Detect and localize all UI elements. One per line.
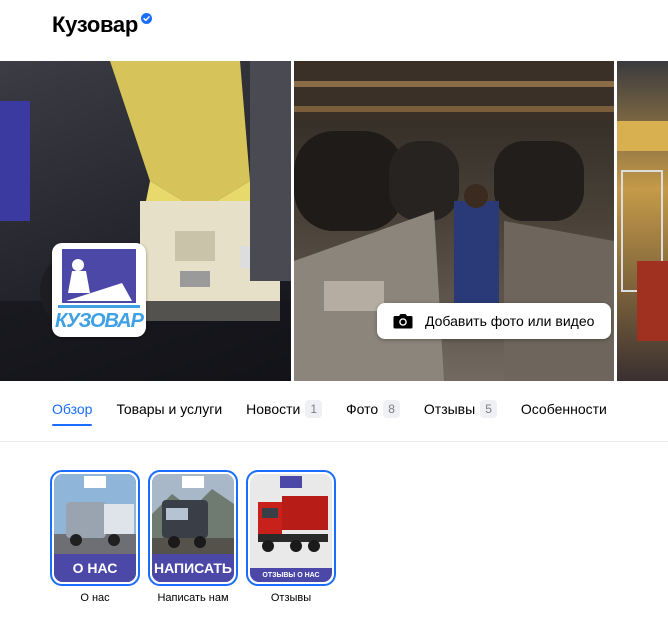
stories-row: О НАС О нас НАПИСАТЬ Написать нам ОТЗЫВЫ… bbox=[50, 470, 344, 604]
tab-overview[interactable]: Обзор bbox=[52, 398, 93, 426]
tab-photos[interactable]: Фото 8 bbox=[346, 398, 400, 420]
story-reviews[interactable]: ОТЗЫВЫ О НАС Отзывы bbox=[246, 470, 336, 604]
story-thumbnail-truck bbox=[152, 474, 234, 560]
tab-features[interactable]: Особенности bbox=[521, 398, 607, 420]
story-write-us[interactable]: НАПИСАТЬ Написать нам bbox=[148, 470, 238, 604]
tab-reviews[interactable]: Отзывы 5 bbox=[424, 398, 497, 420]
tab-news[interactable]: Новости 1 bbox=[246, 398, 323, 420]
story-card[interactable]: ОТЗЫВЫ О НАС bbox=[246, 470, 336, 586]
story-overlay-label: ОТЗЫВЫ О НАС bbox=[250, 568, 332, 582]
story-caption: Отзывы bbox=[270, 592, 312, 604]
story-card[interactable]: О НАС bbox=[50, 470, 140, 586]
story-thumbnail-dump-truck bbox=[250, 474, 332, 574]
tab-label: Обзор bbox=[52, 401, 93, 417]
add-photo-video-button[interactable]: Добавить фото или видео bbox=[377, 303, 611, 339]
story-about-us[interactable]: О НАС О нас bbox=[50, 470, 140, 604]
tab-label: Новости bbox=[246, 401, 301, 417]
story-card[interactable]: НАПИСАТЬ bbox=[148, 470, 238, 586]
company-logo: КУЗОВАР bbox=[52, 243, 146, 337]
tabs-divider bbox=[0, 441, 668, 442]
tab-label: Отзывы bbox=[423, 401, 476, 417]
gallery-photo-truck-cab[interactable] bbox=[0, 61, 291, 381]
add-media-label: Добавить фото или видео bbox=[425, 313, 595, 329]
page-title: Кузовар bbox=[52, 12, 139, 37]
tab-count-badge: 5 bbox=[480, 400, 497, 418]
story-thumbnail-truck bbox=[54, 474, 136, 560]
tab-label: Товары и услуги bbox=[116, 401, 223, 417]
story-caption: О нас bbox=[80, 592, 110, 604]
gallery-photo-workshop[interactable] bbox=[617, 61, 668, 381]
tab-label: Фото bbox=[346, 401, 379, 417]
tab-bar: Обзор Товары и услуги Новости 1 Фото 8 О… bbox=[52, 398, 631, 428]
tab-count-badge: 8 bbox=[383, 400, 400, 418]
story-caption: Написать нам bbox=[157, 592, 229, 604]
tab-label: Особенности bbox=[520, 401, 607, 417]
tab-products-services[interactable]: Товары и услуги bbox=[116, 398, 222, 420]
story-overlay-label: НАПИСАТЬ bbox=[152, 554, 234, 582]
story-overlay-label: О НАС bbox=[54, 554, 136, 582]
verified-badge-icon bbox=[141, 12, 153, 24]
page-header: Кузовар bbox=[52, 10, 153, 40]
camera-icon bbox=[393, 314, 413, 329]
tab-count-badge: 1 bbox=[305, 400, 323, 418]
logo-text: КУЗОВАР bbox=[55, 310, 144, 332]
